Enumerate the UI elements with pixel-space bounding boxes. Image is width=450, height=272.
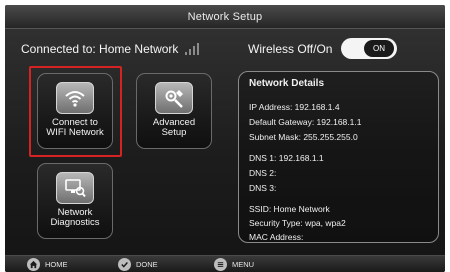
wireless-toggle[interactable]: ON [341, 38, 397, 59]
dns-2: DNS 2: [249, 168, 277, 178]
details-heading: Network Details [249, 78, 325, 89]
advanced-setup-button[interactable]: Advanced Setup [136, 73, 212, 149]
security-type: Security Type: wpa, wpa2 [249, 218, 346, 228]
menu-button[interactable]: MENU [214, 256, 254, 272]
menu-label: MENU [232, 260, 255, 269]
connected-text: Connected to: Home Network [21, 42, 179, 56]
advanced-setup-label: Advanced Setup [152, 117, 196, 138]
diagnostics-icon [56, 172, 94, 204]
dns-3: DNS 3: [249, 183, 277, 193]
checkmark-icon [118, 258, 131, 271]
done-label: DONE [136, 260, 158, 269]
ssid: SSID: Home Network [249, 204, 330, 214]
bottom-nav-bar: HOME DONE MENU [5, 255, 445, 272]
home-label: HOME [45, 260, 68, 269]
connect-wifi-label: Connect to WIFI Network [46, 117, 104, 138]
connect-wifi-button[interactable]: Connect to WIFI Network [37, 73, 113, 149]
menu-icon [214, 258, 227, 271]
subnet-mask: Subnet Mask: 255.255.255.0 [249, 132, 358, 142]
default-gateway: Default Gateway: 192.168.1.1 [249, 117, 362, 127]
toggle-knob: ON [364, 40, 394, 57]
network-details-panel: Network Details IP Address: 192.168.1.4 … [238, 71, 439, 243]
connection-status: Connected to: Home Network [21, 42, 200, 56]
window-title: Network Setup [187, 10, 263, 23]
home-button[interactable]: HOME [27, 256, 68, 272]
tools-icon [155, 82, 193, 114]
signal-strength-icon [185, 43, 200, 55]
wifi-icon [56, 82, 94, 114]
wireless-label: Wireless Off/On [248, 42, 333, 56]
network-diagnostics-label: Network Diagnostics [50, 207, 100, 228]
network-diagnostics-button[interactable]: Network Diagnostics [37, 163, 113, 239]
toggle-state-label: ON [373, 44, 385, 53]
ip-address: IP Address: 192.168.1.4 [249, 102, 340, 112]
mac-address: MAC Address: [249, 232, 304, 242]
dns-1: DNS 1: 192.168.1.1 [249, 153, 324, 163]
network-setup-screen: Network Setup Connected to: Home Network… [5, 5, 445, 272]
home-icon [27, 258, 40, 271]
done-button[interactable]: DONE [118, 256, 158, 272]
title-bar: Network Setup [5, 5, 445, 29]
